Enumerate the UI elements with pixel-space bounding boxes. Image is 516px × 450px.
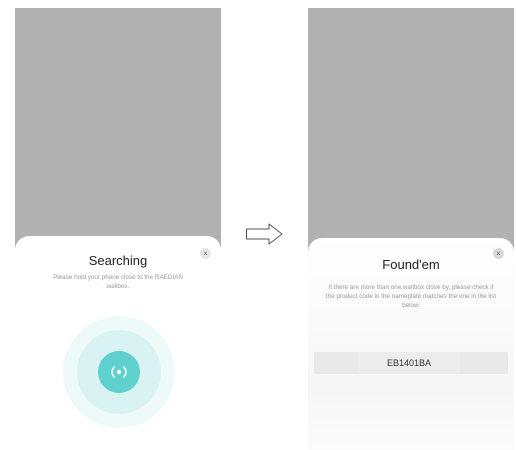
- searching-title: Searching: [88, 253, 148, 268]
- searching-screen: × Searching Please hold your phone close…: [15, 8, 221, 450]
- device-code: EB1401BA: [358, 352, 460, 374]
- searching-sheet: × Searching Please hold your phone close…: [15, 236, 221, 450]
- searching-instructions: Please hold your phone close to the RAED…: [53, 274, 183, 290]
- device-list-item[interactable]: EB1401BA: [314, 352, 508, 374]
- found-screen: × Found'em If there are more than one wa…: [308, 8, 514, 450]
- found-sheet: × Found'em If there are more than one wa…: [308, 238, 514, 450]
- arrow-right-icon: [246, 223, 283, 245]
- found-instructions: If there are more than one wallbox close…: [325, 284, 497, 309]
- found-title: Found'em: [382, 257, 440, 272]
- nfc-signal-button: [98, 351, 140, 393]
- nfc-signal-icon: [111, 366, 127, 378]
